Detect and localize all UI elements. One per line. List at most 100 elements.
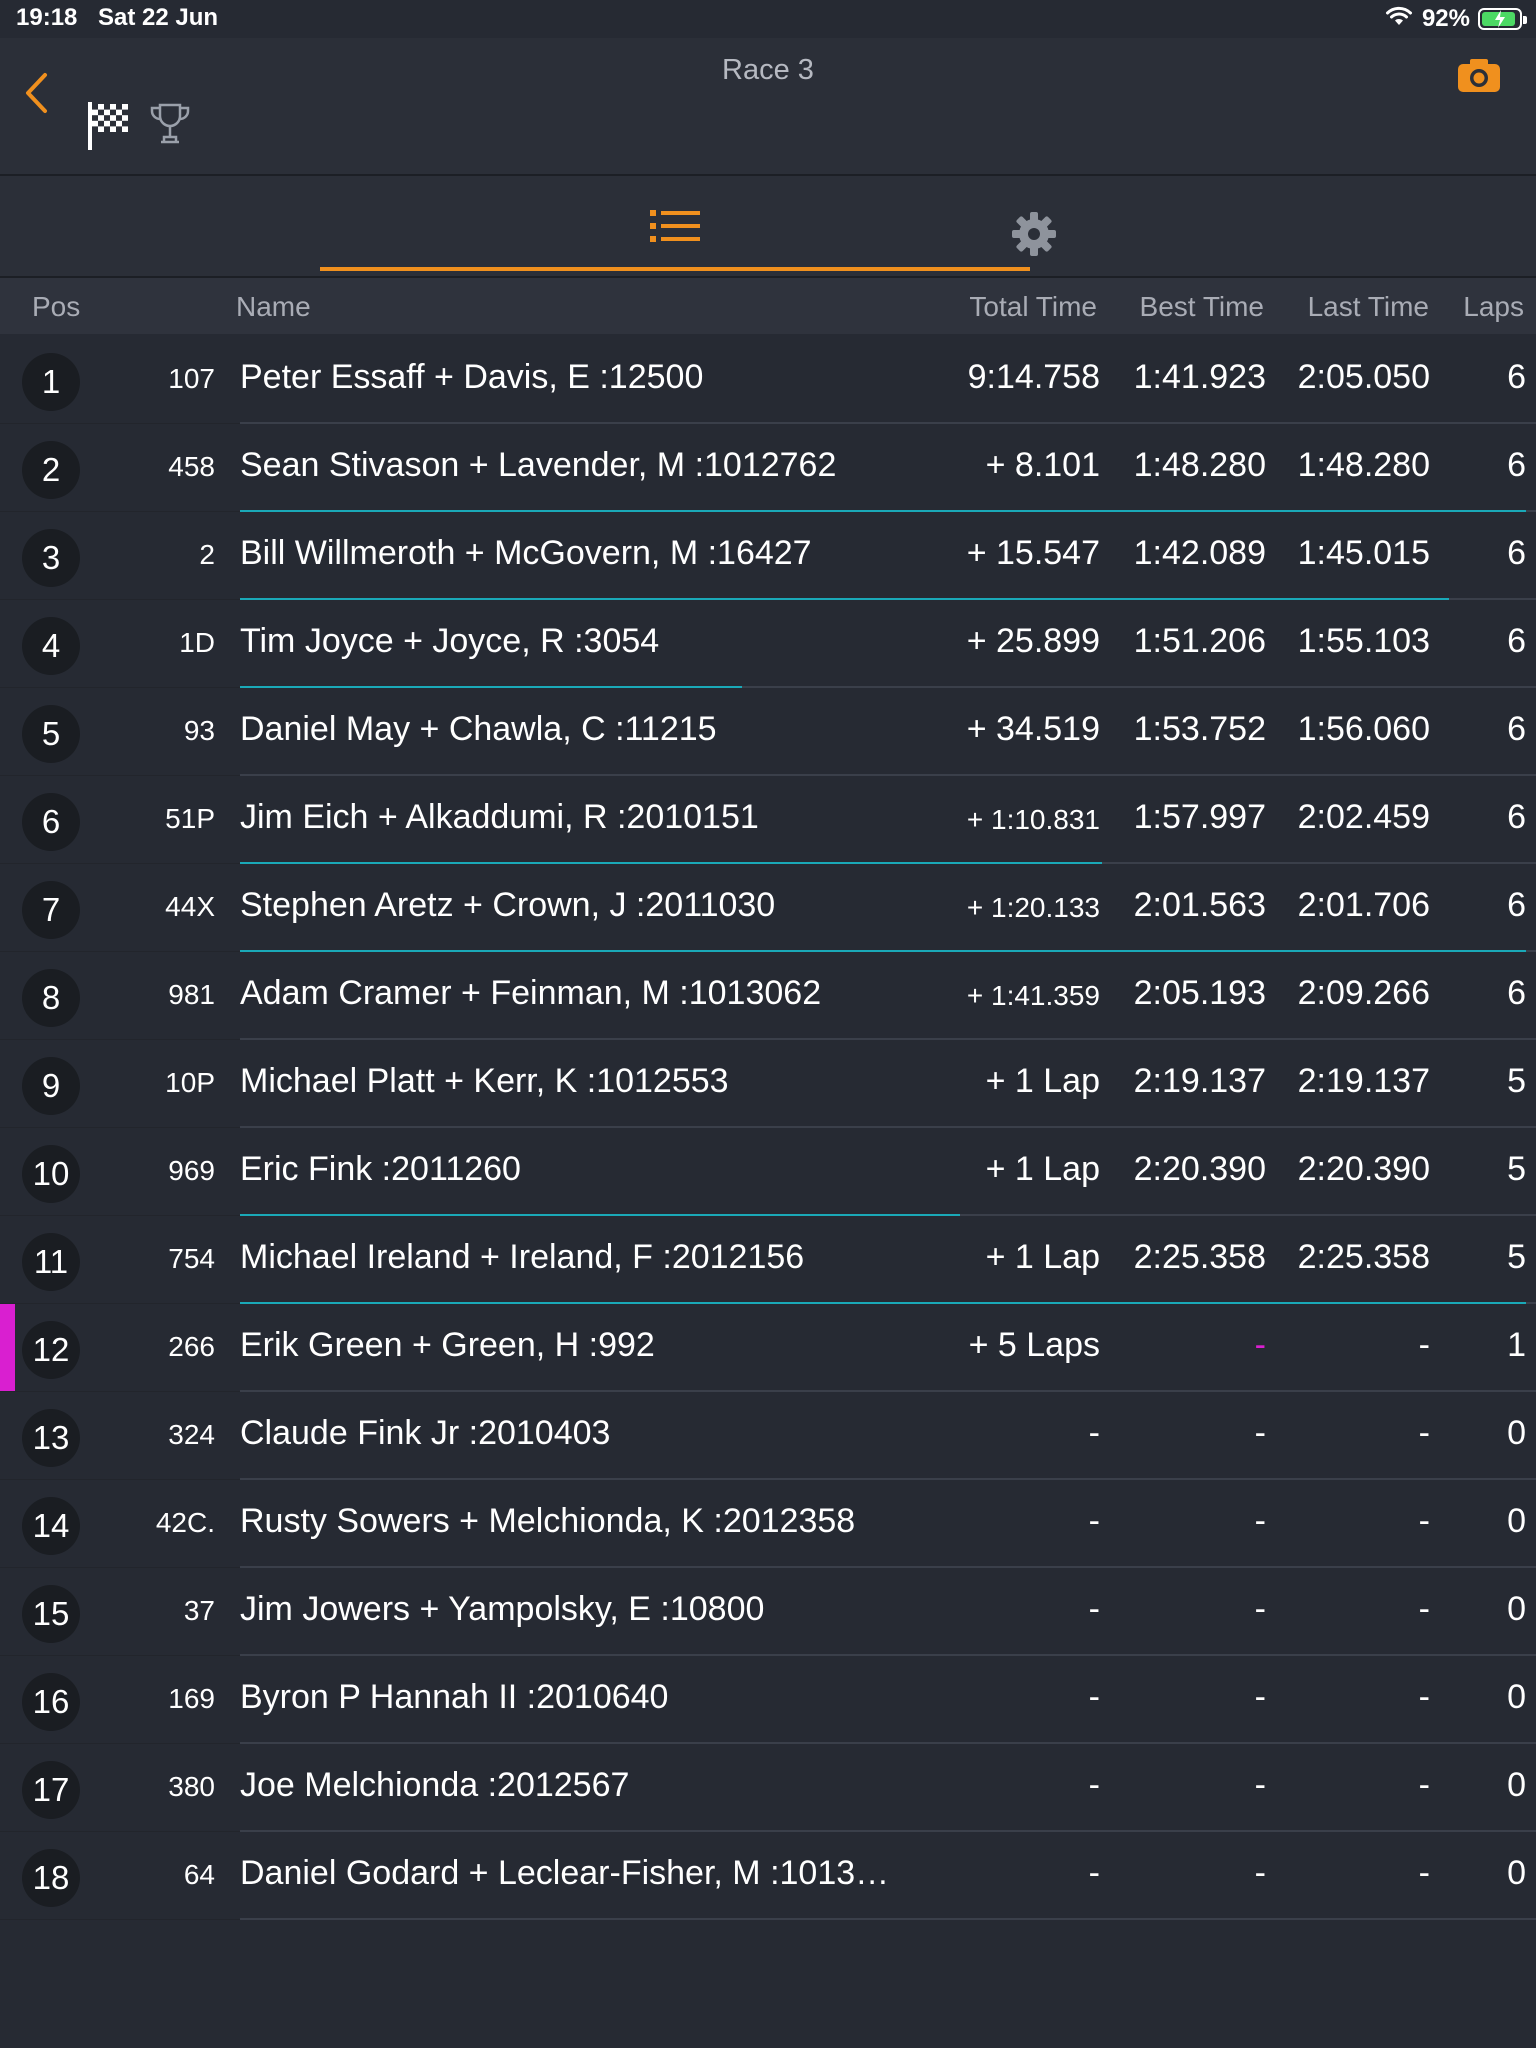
laps-count: 6 <box>1507 798 1526 836</box>
row-divider <box>0 1919 240 1920</box>
driver-name: Daniel May + Chawla, C :11215 <box>240 710 717 748</box>
car-number: 169 <box>168 1683 215 1714</box>
table-row[interactable]: 13 324 Claude Fink Jr :2010403 - - - 0 <box>0 1392 1536 1480</box>
best-time: 2:25.358 <box>1133 1238 1266 1276</box>
driver-name: Michael Platt + Kerr, K :1012553 <box>240 1062 729 1100</box>
total-time: + 1 Lap <box>985 1238 1100 1276</box>
driver-name: Sean Stivason + Lavender, M :1012762 <box>240 446 837 484</box>
car-number: 51P <box>165 803 215 834</box>
wifi-icon <box>1384 5 1414 34</box>
tab-bar <box>0 176 1536 278</box>
total-time: + 5 Laps <box>968 1326 1100 1364</box>
results-table: 1 107 Peter Essaff + Davis, E :12500 9:14.7… <box>0 336 1536 1920</box>
driver-name: Eric Fink :2011260 <box>240 1150 521 1188</box>
header-best-time[interactable]: Best Time <box>1140 291 1264 323</box>
camera-icon <box>1458 59 1500 92</box>
driver-name: Jim Jowers + Yampolsky, E :10800 <box>240 1590 765 1628</box>
tab-results-list[interactable] <box>320 176 1030 276</box>
driver-name: Byron P Hannah II :2010640 <box>240 1678 669 1716</box>
best-time: 1:51.206 <box>1133 622 1266 660</box>
car-number: 42C. <box>155 1507 215 1538</box>
table-row[interactable]: 17 380 Joe Melchionda :2012567 - - - 0 <box>0 1744 1536 1832</box>
last-time: - <box>1418 1414 1430 1452</box>
last-time: - <box>1418 1766 1430 1804</box>
best-time: - <box>1254 1766 1266 1804</box>
best-time: 2:01.563 <box>1133 886 1266 924</box>
position-badge: 6 <box>22 793 80 851</box>
best-time: 1:41.923 <box>1133 358 1266 396</box>
total-time: - <box>1088 1590 1100 1628</box>
trophy-icon[interactable] <box>148 102 192 151</box>
table-row[interactable]: 4 1D Tim Joyce + Joyce, R :3054 + 25.899 1:5… <box>0 600 1536 688</box>
driver-name: Bill Willmeroth + McGovern, M :16427 <box>240 534 812 572</box>
camera-button[interactable] <box>1452 50 1506 100</box>
table-row[interactable]: 11 754 Michael Ireland + Ireland, F :20121… <box>0 1216 1536 1304</box>
position-badge: 18 <box>22 1849 80 1907</box>
status-bar: 19:18 Sat 22 Jun 92% <box>0 0 1536 38</box>
best-time: - <box>1254 1326 1266 1364</box>
last-time: 1:45.015 <box>1297 534 1430 572</box>
driver-name: Rusty Sowers + Melchionda, K :2012358 <box>240 1502 856 1540</box>
laps-count: 6 <box>1507 710 1526 748</box>
table-row[interactable]: 14 42C. Rusty Sowers + Melchionda, K :2012… <box>0 1480 1536 1568</box>
position-badge: 1 <box>22 353 80 411</box>
total-time: 9:14.758 <box>967 358 1100 396</box>
car-number: 754 <box>168 1243 215 1274</box>
header-total-time[interactable]: Total Time <box>969 291 1097 323</box>
table-row[interactable]: 8 981 Adam Cramer + Feinman, M :1013062 + 1… <box>0 952 1536 1040</box>
table-row[interactable]: 6 51P Jim Eich + Alkaddumi, R :2010151 + 1:… <box>0 776 1536 864</box>
position-badge: 14 <box>22 1497 80 1555</box>
total-time: + 1:41.359 <box>966 980 1100 1011</box>
header-laps[interactable]: Laps <box>1463 291 1524 323</box>
table-row[interactable]: 12 266 Erik Green + Green, H :992 + 5 Laps -… <box>0 1304 1536 1392</box>
driver-name: Daniel Godard + Leclear-Fisher, M :1013… <box>240 1854 890 1892</box>
table-row[interactable]: 16 169 Byron P Hannah II :2010640 - - - 0 <box>0 1656 1536 1744</box>
header-last-time[interactable]: Last Time <box>1308 291 1429 323</box>
active-tab-underline <box>320 267 1030 271</box>
last-time: 2:01.706 <box>1297 886 1430 924</box>
table-row[interactable]: 7 44X Stephen Aretz + Crown, J :2011030 + 1… <box>0 864 1536 952</box>
row-highlight-marker <box>0 1304 15 1392</box>
last-time: - <box>1418 1502 1430 1540</box>
laps-count: 0 <box>1507 1502 1526 1540</box>
checkered-flag-icon[interactable] <box>86 100 132 157</box>
driver-name: Joe Melchionda :2012567 <box>240 1766 630 1804</box>
laps-count: 6 <box>1507 534 1526 572</box>
laps-count: 0 <box>1507 1678 1526 1716</box>
table-row[interactable]: 5 93 Daniel May + Chawla, C :11215 + 34.519… <box>0 688 1536 776</box>
last-time: 2:09.266 <box>1297 974 1430 1012</box>
table-row[interactable]: 1 107 Peter Essaff + Davis, E :12500 9:14.7… <box>0 336 1536 424</box>
laps-count: 6 <box>1507 974 1526 1012</box>
list-icon <box>650 210 700 242</box>
table-row[interactable]: 18 64 Daniel Godard + Leclear-Fisher, M :1… <box>0 1832 1536 1920</box>
total-time: + 8.101 <box>985 446 1100 484</box>
position-badge: 3 <box>22 529 80 587</box>
gear-icon <box>1012 212 1056 256</box>
status-right: 92% <box>1384 4 1527 34</box>
driver-name: Adam Cramer + Feinman, M :1013062 <box>240 974 822 1012</box>
car-number: 107 <box>168 363 215 394</box>
driver-name: Claude Fink Jr :2010403 <box>240 1414 611 1452</box>
position-badge: 13 <box>22 1409 80 1467</box>
total-time: - <box>1088 1766 1100 1804</box>
table-row[interactable]: 3 2 Bill Willmeroth + McGovern, M :16427 + … <box>0 512 1536 600</box>
car-number: 10P <box>165 1067 215 1098</box>
best-time: 2:20.390 <box>1133 1150 1266 1188</box>
last-time: 1:56.060 <box>1297 710 1430 748</box>
last-time: 2:20.390 <box>1297 1150 1430 1188</box>
table-row[interactable]: 10 969 Eric Fink :2011260 + 1 Lap 2:20.390 2:… <box>0 1128 1536 1216</box>
best-time: 1:53.752 <box>1133 710 1266 748</box>
car-number: 2 <box>199 539 215 570</box>
position-badge: 8 <box>22 969 80 1027</box>
table-row[interactable]: 9 10P Michael Platt + Kerr, K :1012553 + 1 … <box>0 1040 1536 1128</box>
last-time: - <box>1418 1854 1430 1892</box>
table-row[interactable]: 2 458 Sean Stivason + Lavender, M :1012762… <box>0 424 1536 512</box>
header-name[interactable]: Name <box>236 291 311 323</box>
tab-settings[interactable] <box>1010 210 1058 263</box>
laps-count: 6 <box>1507 622 1526 660</box>
position-badge: 4 <box>22 617 80 675</box>
status-time: 19:18 <box>16 4 78 31</box>
header-pos[interactable]: Pos <box>32 291 80 323</box>
laps-count: 0 <box>1507 1766 1526 1804</box>
table-row[interactable]: 15 37 Jim Jowers + Yampolsky, E :10800 - - - 0 <box>0 1568 1536 1656</box>
